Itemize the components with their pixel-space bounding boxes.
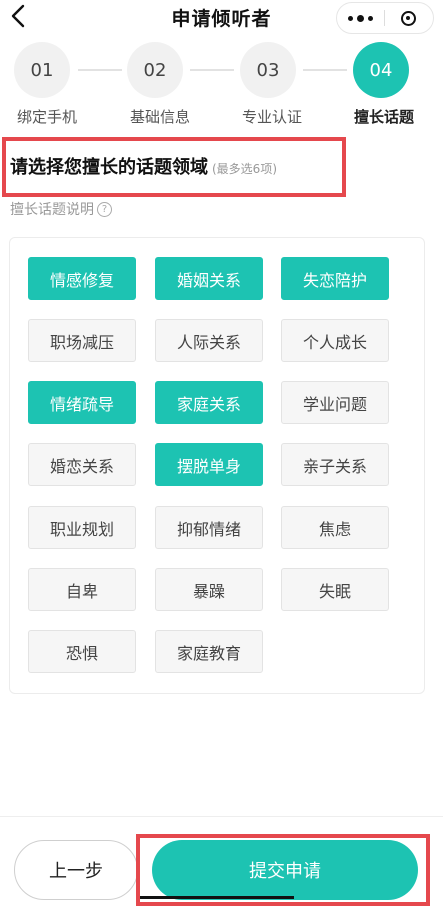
step-3-circle: 03 <box>240 42 296 98</box>
step-3-label: 专业认证 <box>241 108 302 126</box>
step-4-label: 擅长话题 <box>353 108 414 126</box>
topic-tag[interactable]: 失眠 <box>281 568 389 611</box>
topic-tag[interactable]: 焦虑 <box>281 506 389 549</box>
step-4-circle: 04 <box>353 42 409 98</box>
step-1-label: 绑定手机 <box>16 108 77 126</box>
max-selection-hint: (最多选6项) <box>212 162 277 176</box>
step-2-label: 基础信息 <box>129 108 190 126</box>
mini-program-capsule <box>336 2 434 34</box>
topic-tag[interactable]: 职业规划 <box>28 506 136 549</box>
question-circle-icon: ? <box>97 201 112 217</box>
topic-tag[interactable]: 摆脱单身 <box>155 443 263 486</box>
topic-tag[interactable]: 家庭教育 <box>155 630 263 673</box>
topic-tag[interactable]: 情绪疏导 <box>28 381 136 424</box>
step-connector <box>303 69 347 71</box>
topic-description-text: 擅长话题说明 <box>10 202 94 218</box>
section-title-text: 请选择您擅长的话题领域 <box>10 157 208 178</box>
nav-bar: 申请倾听者 <box>0 0 443 34</box>
topic-tag[interactable]: 人际关系 <box>155 319 263 362</box>
more-dots-icon <box>346 14 375 22</box>
section-title: 请选择您擅长的话题领域 (最多选6项) <box>10 153 277 179</box>
topic-tag[interactable]: 个人成长 <box>281 319 389 362</box>
topic-tag[interactable]: 家庭关系 <box>155 381 263 424</box>
topic-tag[interactable]: 亲子关系 <box>281 443 389 486</box>
topic-description-link[interactable]: 擅长话题说明 ? <box>10 199 112 219</box>
topic-tag[interactable]: 失恋陪护 <box>281 257 389 300</box>
topic-tag[interactable]: 抑郁情绪 <box>155 506 263 549</box>
step-connector <box>78 69 122 71</box>
step-1-circle: 01 <box>14 42 70 98</box>
topic-tag[interactable]: 婚姻关系 <box>155 257 263 300</box>
target-icon <box>401 10 416 26</box>
topic-tag[interactable]: 自卑 <box>28 568 136 611</box>
topic-tag[interactable]: 婚恋关系 <box>28 443 136 486</box>
close-button[interactable] <box>385 3 432 33</box>
topic-tag[interactable]: 暴躁 <box>155 568 263 611</box>
topic-tag[interactable]: 情感修复 <box>28 257 136 300</box>
step-2-circle: 02 <box>127 42 183 98</box>
footer-divider <box>0 816 443 817</box>
topic-tag[interactable]: 学业问题 <box>281 381 389 424</box>
topic-tag[interactable]: 恐惧 <box>28 630 136 673</box>
more-button[interactable] <box>337 3 384 33</box>
previous-step-button[interactable]: 上一步 <box>14 840 138 900</box>
underline-mark <box>140 896 294 899</box>
topic-tag[interactable]: 职场减压 <box>28 319 136 362</box>
step-connector <box>190 69 234 71</box>
